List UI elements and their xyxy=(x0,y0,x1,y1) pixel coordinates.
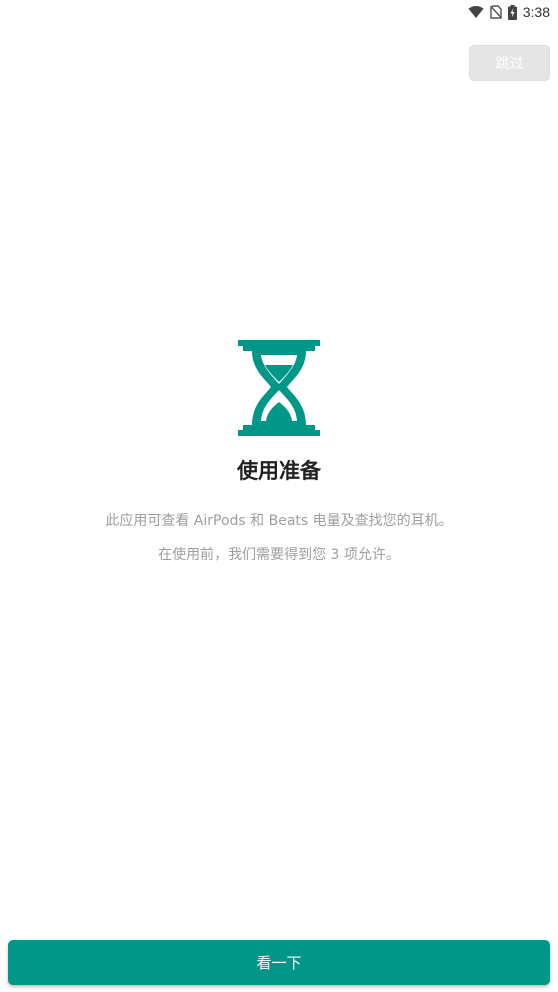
status-icons: 3:38 xyxy=(468,3,550,21)
description-line-1: 此应用可查看 AirPods 和 Beats 电量及查找您的耳机。 xyxy=(105,513,453,529)
battery-charging-icon xyxy=(507,4,517,20)
permission-intro-screen: 3:38 跳过 使用准备 此应用可查看 AirPods 和 Beats 电量及查… xyxy=(0,0,558,992)
wifi-icon xyxy=(468,5,484,19)
no-sim-icon xyxy=(489,5,502,19)
status-bar: 3:38 xyxy=(0,0,558,24)
description-line-2: 在使用前，我们需要得到您 3 项允许。 xyxy=(158,547,400,563)
status-time: 3:38 xyxy=(522,4,550,20)
view-button[interactable]: 看一下 xyxy=(8,940,550,985)
hourglass-icon xyxy=(238,340,320,436)
skip-button[interactable]: 跳过 xyxy=(469,45,550,81)
page-title: 使用准备 xyxy=(237,459,321,483)
